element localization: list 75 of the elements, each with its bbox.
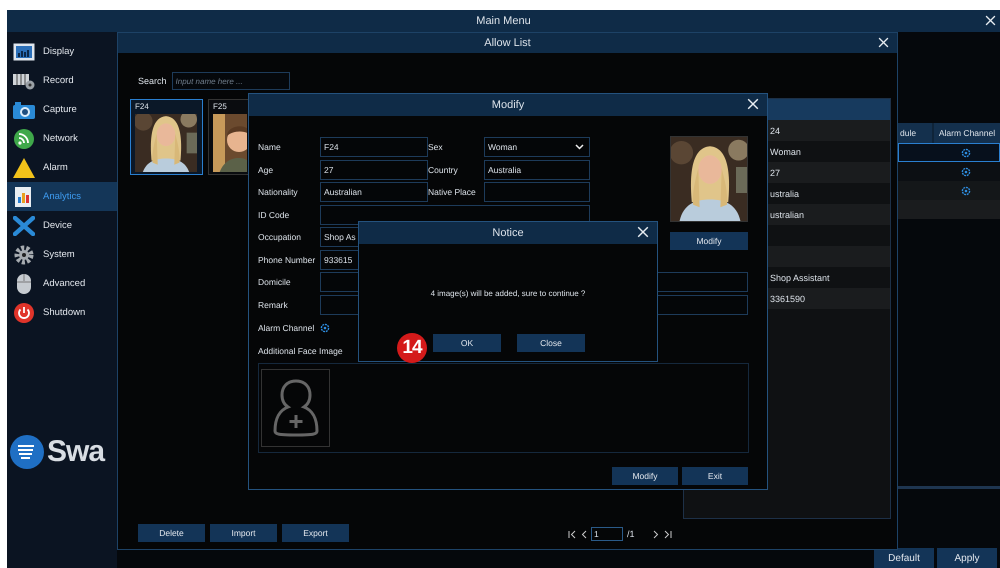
sidebar-item[interactable]: Shutdown [7, 298, 117, 327]
input-field[interactable]: Australia [484, 160, 590, 180]
sidebar-item[interactable]: Capture [7, 95, 117, 124]
search-field[interactable]: Input name here ... [172, 72, 290, 90]
film-gear-icon [13, 72, 35, 90]
default-button[interactable]: Default [874, 548, 934, 568]
import-button[interactable]: Import [210, 524, 277, 542]
sidebar-item[interactable]: Display [7, 37, 117, 66]
logo-text: Swa [47, 435, 104, 469]
modify-photo-button[interactable]: Modify [670, 232, 748, 250]
detail-row-text: ustralia [769, 188, 800, 200]
sidebar-item[interactable]: System [7, 240, 117, 269]
page-field[interactable]: 1 [591, 527, 623, 541]
export-button[interactable]: Export [282, 524, 349, 542]
dialog-title: Allow List [484, 37, 531, 49]
chevron-icon [575, 144, 584, 150]
delete-button[interactable]: Delete [138, 524, 205, 542]
field-label: Nationality [258, 187, 299, 197]
sidebar-item[interactable]: Network [7, 124, 117, 153]
window-title: Main Menu [476, 15, 531, 27]
dropdown[interactable]: Woman [484, 137, 590, 157]
modify-button[interactable]: Modify [612, 466, 678, 484]
field-label: Country [428, 164, 459, 174]
detail-row-text: Shop Assistant [769, 272, 831, 285]
field-label: ID Code [258, 210, 290, 220]
camera-icon [13, 100, 35, 118]
page-total: /1 [627, 529, 635, 539]
input-field[interactable]: F24 [320, 137, 428, 157]
dialog-title: Modify [492, 99, 524, 111]
gear-icon [13, 244, 35, 264]
add-image-button[interactable] [261, 368, 330, 446]
input-field[interactable]: 27 [320, 160, 428, 180]
logo-icon [10, 435, 44, 469]
sidebar-item[interactable]: Record [7, 66, 117, 95]
previous-page-icon[interactable] [581, 530, 587, 538]
field-label: Occupation [258, 232, 302, 242]
search-label: Search [138, 76, 167, 86]
last-page-icon[interactable] [662, 530, 672, 538]
close-icon[interactable] [637, 226, 649, 238]
sidebar-item[interactable]: Device [7, 211, 117, 240]
monitor-icon [13, 42, 35, 60]
field-label: Phone Number [258, 254, 316, 264]
rss-icon [13, 128, 35, 148]
field-label: Remark [258, 300, 289, 310]
gear-icon[interactable] [320, 322, 330, 332]
field-label: Age [258, 164, 274, 174]
dialog-title: Notice [492, 227, 524, 239]
field-label: Sex [428, 142, 444, 152]
close-icon[interactable] [747, 98, 759, 110]
ok-button[interactable]: OK [433, 334, 501, 352]
input-field[interactable]: Australian [320, 182, 428, 202]
exit-button[interactable]: Exit [682, 466, 748, 484]
power-icon [13, 302, 35, 322]
sidebar-item[interactable]: Alarm [7, 153, 117, 182]
field-label: Name [258, 142, 282, 152]
warning-icon [13, 158, 35, 178]
sidebar-item[interactable]: Advanced [7, 269, 117, 298]
sidebar-item[interactable]: Analytics [7, 182, 117, 211]
section-label: Additional Face Image [258, 346, 343, 356]
column-header: dule [898, 123, 932, 143]
apply-button[interactable]: Apply [937, 548, 997, 568]
table-row[interactable] [898, 143, 1000, 162]
field-label: Native Place [428, 187, 477, 197]
tools-icon [13, 216, 35, 236]
dialog-message: 4 image(s) will be added, sure to continue ? [430, 289, 586, 298]
close-icon[interactable] [985, 15, 996, 26]
face-card[interactable]: F24 [130, 99, 203, 175]
close-icon[interactable] [878, 37, 889, 48]
first-page-icon[interactable] [568, 530, 577, 538]
close-button[interactable]: Close [517, 334, 585, 352]
detail-row-text: Woman [769, 146, 802, 158]
field-label: Alarm Channel [258, 322, 314, 332]
input-field[interactable] [484, 182, 590, 202]
field-label: Domicile [258, 277, 292, 287]
column-header: Alarm Channel [934, 123, 1000, 143]
